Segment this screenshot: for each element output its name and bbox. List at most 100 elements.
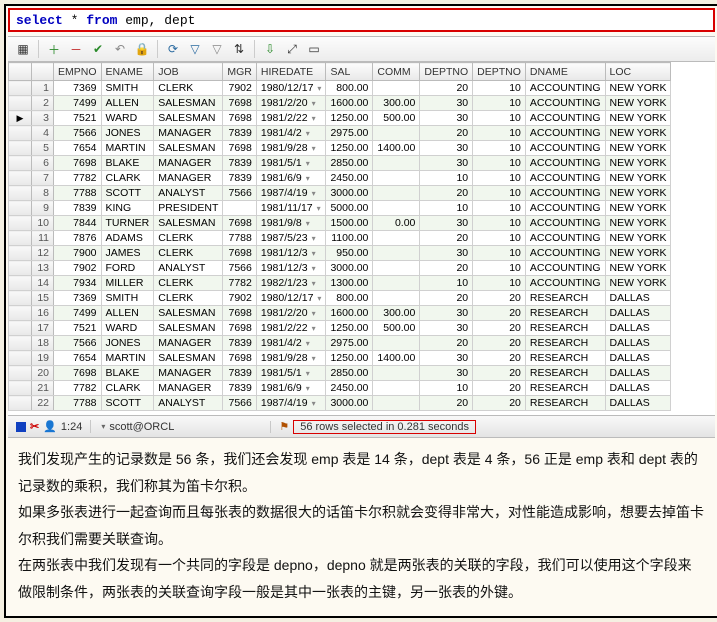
cell-ename[interactable]: SCOTT xyxy=(101,186,154,201)
cell-hiredate[interactable]: 1981/12/3▾ xyxy=(256,261,326,276)
cell-loc[interactable]: DALLAS xyxy=(605,381,671,396)
cell-mgr[interactable]: 7566 xyxy=(223,261,257,276)
row-number[interactable]: 10 xyxy=(32,216,54,231)
cell-deptno2[interactable]: 10 xyxy=(473,201,526,216)
cell-deptno[interactable]: 30 xyxy=(420,351,473,366)
cell-mgr[interactable]: 7788 xyxy=(223,231,257,246)
cell-dname[interactable]: ACCOUNTING xyxy=(525,81,605,96)
cell-deptno2[interactable]: 10 xyxy=(473,141,526,156)
cell-loc[interactable]: DALLAS xyxy=(605,321,671,336)
cell-hiredate[interactable]: 1981/4/2▾ xyxy=(256,336,326,351)
cell-ename[interactable]: SMITH xyxy=(101,81,154,96)
column-header-deptno-8[interactable]: DEPTNO xyxy=(473,63,526,81)
cell-comm[interactable] xyxy=(373,246,420,261)
cell-loc[interactable]: NEW YORK xyxy=(605,111,671,126)
cell-hiredate[interactable]: 1981/2/22▾ xyxy=(256,321,326,336)
cell-mgr[interactable]: 7566 xyxy=(223,396,257,411)
table-row[interactable]: 227788SCOTTANALYST75661987/4/19▾3000.002… xyxy=(9,396,671,411)
cell-empno[interactable]: 7566 xyxy=(54,336,102,351)
cell-comm[interactable] xyxy=(373,186,420,201)
cell-job[interactable]: SALESMAN xyxy=(154,321,223,336)
cell-job[interactable]: SALESMAN xyxy=(154,216,223,231)
cell-dname[interactable]: ACCOUNTING xyxy=(525,171,605,186)
cell-loc[interactable]: NEW YORK xyxy=(605,96,671,111)
cell-job[interactable]: SALESMAN xyxy=(154,96,223,111)
cell-deptno2[interactable]: 20 xyxy=(473,321,526,336)
cell-deptno[interactable]: 20 xyxy=(420,261,473,276)
cell-job[interactable]: SALESMAN xyxy=(154,306,223,321)
cell-loc[interactable]: NEW YORK xyxy=(605,201,671,216)
cell-job[interactable]: ANALYST xyxy=(154,186,223,201)
cell-deptno[interactable]: 20 xyxy=(420,81,473,96)
cell-mgr[interactable]: 7839 xyxy=(223,171,257,186)
cell-deptno2[interactable]: 20 xyxy=(473,396,526,411)
cell-deptno2[interactable]: 10 xyxy=(473,171,526,186)
cell-mgr[interactable]: 7839 xyxy=(223,156,257,171)
single-record-button[interactable]: ▭ xyxy=(305,40,323,58)
table-row[interactable]: ▶37521WARDSALESMAN76981981/2/22▾1250.005… xyxy=(9,111,671,126)
cell-deptno[interactable]: 20 xyxy=(420,396,473,411)
cell-loc[interactable]: NEW YORK xyxy=(605,216,671,231)
cell-mgr[interactable]: 7566 xyxy=(223,186,257,201)
cell-comm[interactable] xyxy=(373,126,420,141)
row-number[interactable]: 3 xyxy=(32,111,54,126)
cell-ename[interactable]: ALLEN xyxy=(101,306,154,321)
cell-comm[interactable] xyxy=(373,261,420,276)
cell-loc[interactable]: DALLAS xyxy=(605,351,671,366)
cell-ename[interactable]: JAMES xyxy=(101,246,154,261)
table-row[interactable]: 107844TURNERSALESMAN76981981/9/8▾1500.00… xyxy=(9,216,671,231)
cell-job[interactable]: MANAGER xyxy=(154,156,223,171)
cell-hiredate[interactable]: 1980/12/17▾ xyxy=(256,291,326,306)
cell-job[interactable]: SALESMAN xyxy=(154,351,223,366)
cell-job[interactable]: MANAGER xyxy=(154,336,223,351)
cell-deptno[interactable]: 20 xyxy=(420,231,473,246)
cell-loc[interactable]: NEW YORK xyxy=(605,171,671,186)
cell-loc[interactable]: NEW YORK xyxy=(605,156,671,171)
column-header-ename-1[interactable]: ENAME xyxy=(101,63,154,81)
cell-sal[interactable]: 1250.00 xyxy=(326,141,373,156)
cell-hiredate[interactable]: 1987/4/19▾ xyxy=(256,186,326,201)
cell-dname[interactable]: RESEARCH xyxy=(525,321,605,336)
row-number[interactable]: 8 xyxy=(32,186,54,201)
row-number[interactable]: 19 xyxy=(32,351,54,366)
cell-job[interactable]: ANALYST xyxy=(154,396,223,411)
cell-hiredate[interactable]: 1982/1/23▾ xyxy=(256,276,326,291)
cell-sal[interactable]: 1600.00 xyxy=(326,306,373,321)
cell-job[interactable]: SALESMAN xyxy=(154,141,223,156)
cell-deptno2[interactable]: 20 xyxy=(473,336,526,351)
cell-hiredate[interactable]: 1981/6/9▾ xyxy=(256,381,326,396)
cell-job[interactable]: CLERK xyxy=(154,246,223,261)
cell-hiredate[interactable]: 1981/9/28▾ xyxy=(256,351,326,366)
cell-empno[interactable]: 7698 xyxy=(54,366,102,381)
cell-dname[interactable]: RESEARCH xyxy=(525,351,605,366)
cell-job[interactable]: MANAGER xyxy=(154,171,223,186)
row-number[interactable]: 22 xyxy=(32,396,54,411)
cell-deptno[interactable]: 10 xyxy=(420,171,473,186)
cell-empno[interactable]: 7788 xyxy=(54,186,102,201)
cell-dname[interactable]: RESEARCH xyxy=(525,396,605,411)
cell-dname[interactable]: ACCOUNTING xyxy=(525,126,605,141)
cell-ename[interactable]: MARTIN xyxy=(101,351,154,366)
cell-sal[interactable]: 800.00 xyxy=(326,291,373,306)
cell-dname[interactable]: ACCOUNTING xyxy=(525,201,605,216)
table-row[interactable]: 167499ALLENSALESMAN76981981/2/20▾1600.00… xyxy=(9,306,671,321)
cell-deptno[interactable]: 30 xyxy=(420,246,473,261)
cell-ename[interactable]: WARD xyxy=(101,321,154,336)
cell-job[interactable]: SALESMAN xyxy=(154,111,223,126)
row-number[interactable]: 5 xyxy=(32,141,54,156)
sort-button[interactable]: ⇅ xyxy=(230,40,248,58)
cell-job[interactable]: CLERK xyxy=(154,231,223,246)
cell-hiredate[interactable]: 1981/4/2▾ xyxy=(256,126,326,141)
cell-hiredate[interactable]: 1981/12/3▾ xyxy=(256,246,326,261)
row-number[interactable]: 12 xyxy=(32,246,54,261)
row-number[interactable]: 15 xyxy=(32,291,54,306)
cell-deptno[interactable]: 30 xyxy=(420,321,473,336)
cell-comm[interactable] xyxy=(373,276,420,291)
cell-sal[interactable]: 2450.00 xyxy=(326,381,373,396)
cell-sal[interactable]: 3000.00 xyxy=(326,396,373,411)
cell-deptno[interactable]: 10 xyxy=(420,201,473,216)
cell-sal[interactable]: 1600.00 xyxy=(326,96,373,111)
add-row-button[interactable]: ＋ xyxy=(45,40,63,58)
cell-deptno2[interactable]: 10 xyxy=(473,126,526,141)
autofit-button[interactable]: ⤢ xyxy=(283,40,301,58)
